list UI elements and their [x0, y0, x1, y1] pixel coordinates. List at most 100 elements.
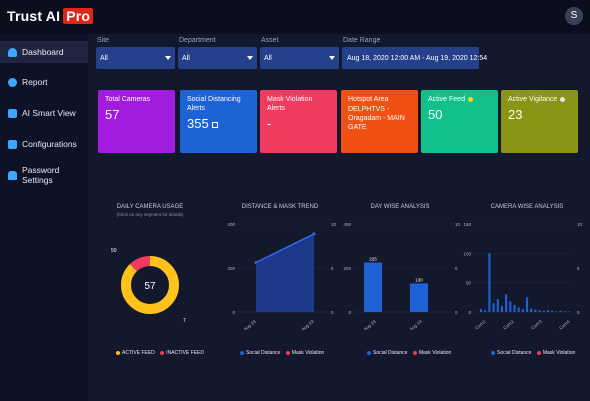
chart-title-camera: CAMERA WISE ANALYSIS	[490, 204, 564, 210]
user-avatar[interactable]: S	[565, 7, 583, 25]
card-title: Mask Violation Alerts	[267, 96, 313, 112]
card-value: 50	[428, 107, 443, 122]
legend-label: INACTIVE FEED	[166, 350, 204, 356]
date-range-picker[interactable]: Aug 18, 2020 12:00 AM - Aug 19, 2020 12:…	[342, 47, 487, 69]
sidebar-item-label: Configurations	[22, 139, 77, 149]
day-wise-chart[interactable]: 400 200 0 10 5 0 225 Aug 18 130 Aug 19	[340, 220, 465, 330]
legend-swatch-icon	[536, 350, 541, 355]
camera-bar	[546, 310, 549, 312]
camera-bar	[542, 310, 545, 312]
y-tick-label: 0	[468, 310, 471, 315]
camera-bar	[492, 303, 495, 312]
site-label: Site	[97, 37, 110, 44]
top-bar: Trust AI Pro S	[0, 0, 590, 34]
legend-item[interactable]: Mask Violation	[285, 350, 324, 356]
y2-tick-label: 5	[455, 266, 458, 271]
trend-chart[interactable]: 400 200 0 10 5 0 Aug 18 Aug 19	[222, 220, 340, 330]
card-value: DELPHTVS - Oragadam - MAIN GATE	[348, 106, 405, 131]
card-active-feed[interactable]: Active Feed 50	[421, 90, 498, 153]
legend-item[interactable]: Social Distance	[367, 350, 407, 356]
date-range-value: Aug 18, 2020 12:00 AM - Aug 19, 2020 12:…	[347, 54, 488, 62]
trend-legend: Social Distance Mask Violation	[240, 350, 328, 356]
camera-bar	[488, 253, 491, 312]
app-window: Trust AI Pro S Dashboard Report AI Smart …	[0, 0, 590, 401]
y2-tick-label: 0	[455, 310, 458, 315]
brand-logo: Trust AI Pro	[7, 8, 94, 24]
y-tick-label: 400	[343, 222, 351, 227]
camera-bars: Cam1 Cam2 Cam3 Cam4	[474, 253, 571, 330]
legend-label: Mask Violation	[418, 350, 452, 356]
card-title: Hotspot Area	[348, 96, 389, 103]
sidebar-item-dashboard[interactable]: Dashboard	[0, 41, 88, 63]
sidebar-item-ai-smart-view[interactable]: AI Smart View	[0, 102, 88, 124]
day-bar	[364, 262, 382, 312]
card-value: 355	[187, 116, 209, 131]
camera-bar	[530, 308, 533, 312]
daily-usage-chart[interactable]: 57 50 7	[105, 238, 195, 333]
external-link-icon[interactable]	[211, 121, 218, 128]
department-label: Department	[179, 37, 216, 44]
legend-label: Social Distance	[373, 350, 408, 356]
department-select[interactable]: All	[178, 47, 257, 69]
legend-item[interactable]: Mask Violation	[536, 350, 575, 356]
legend-swatch-icon	[491, 350, 495, 355]
legend-item[interactable]: Mask Violation	[412, 350, 452, 356]
x-tick-label: Aug 19	[409, 319, 424, 330]
chart-title-trend: DISTANCE & MASK TREND	[241, 204, 319, 210]
legend-item[interactable]: INACTIVE FEED	[160, 350, 204, 356]
department-select-value: All	[182, 54, 190, 62]
camera-bar	[534, 309, 537, 312]
camera-bar	[500, 306, 503, 312]
camera-bar	[551, 310, 554, 312]
y2-tick-label: 5	[577, 266, 580, 271]
sidebar-item-label: Report	[22, 77, 48, 87]
legend-item[interactable]: Social Distance	[240, 350, 280, 356]
card-mask-violation[interactable]: Mask Violation Alerts -	[260, 90, 337, 153]
site-select[interactable]: All	[96, 47, 175, 69]
y2-tick-label: 0	[577, 310, 580, 315]
grid-icon	[8, 139, 17, 149]
card-active-vigilance[interactable]: Active Vigilance 23	[501, 90, 578, 153]
gear-icon	[8, 77, 17, 87]
day-axes: 400 200 0 10 5 0	[343, 222, 460, 315]
legend-item[interactable]: Social Distance	[491, 350, 531, 356]
sidebar-item-configurations[interactable]: Configurations	[0, 133, 88, 155]
chevron-down-icon	[329, 56, 335, 60]
sidebar-item-report[interactable]: Report	[0, 71, 88, 93]
donut-active-label: 50	[111, 248, 117, 254]
legend-swatch-icon	[367, 350, 371, 355]
legend-label: Social Distance	[246, 350, 281, 356]
legend-label: Social Distance	[497, 350, 532, 356]
sidebar-item-password-settings[interactable]: Password Settings	[0, 164, 88, 186]
chart-subtitle-daily: (Click on any segment for details)	[116, 212, 184, 217]
camera-wise-chart[interactable]: 1501005001050 Cam1 Cam2 Cam3 Cam4	[462, 220, 588, 330]
camera-bar	[521, 309, 524, 312]
camera-bar	[555, 311, 558, 312]
camera-bar	[496, 299, 499, 312]
asset-select[interactable]: All	[260, 47, 339, 69]
camera-bar	[563, 311, 566, 312]
chart-title-day: DAY WISE ANALYSIS	[370, 204, 430, 210]
card-total-cameras[interactable]: Total Cameras 57	[98, 90, 175, 153]
card-value: 23	[508, 107, 523, 122]
camera-axes: 1501005001050	[463, 222, 582, 315]
chevron-down-icon	[247, 56, 253, 60]
camera-bar	[517, 307, 520, 312]
card-title: Active Feed	[428, 96, 465, 103]
lock-icon	[8, 170, 17, 180]
y2-tick-label: 10	[455, 222, 461, 227]
card-hotspot-area[interactable]: Hotspot Area DELPHTVS - Oragadam - MAIN …	[341, 90, 418, 153]
x-tick-label: Cam4	[558, 319, 571, 330]
y2-tick-label: 5	[331, 266, 334, 271]
card-title: Total Cameras	[105, 96, 151, 103]
legend-item[interactable]: ACTIVE FEED	[116, 350, 155, 356]
card-title-row: Active Feed	[428, 95, 491, 104]
x-tick-label: Cam3	[530, 319, 543, 330]
asset-select-value: All	[264, 54, 272, 62]
trend-area-social-distance[interactable]	[256, 233, 314, 312]
card-social-distancing[interactable]: Social Distancing Alerts 355	[180, 90, 257, 153]
day-legend: Social Distance Mask Violation	[367, 350, 455, 356]
camera-bar	[526, 297, 529, 312]
sidebar: Dashboard Report AI Smart View Configura…	[0, 34, 88, 401]
legend-swatch-icon	[240, 350, 244, 355]
